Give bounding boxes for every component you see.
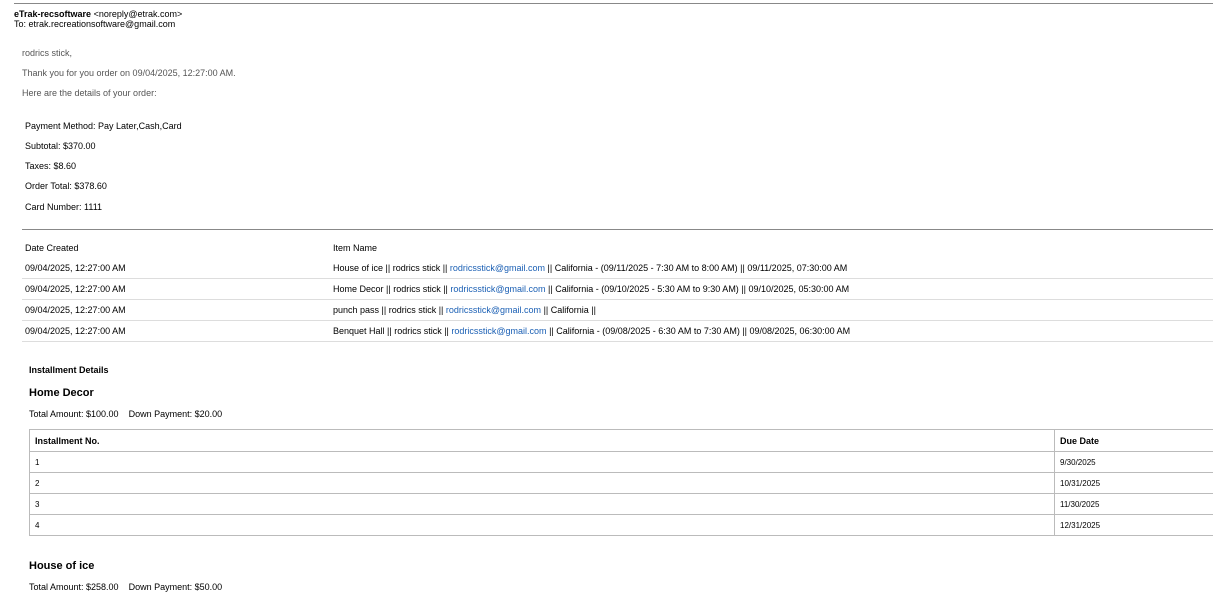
due-date-cell: 11/30/2025	[1054, 493, 1213, 515]
date-cell: 09/04/2025, 12:27:00 AM	[22, 278, 330, 300]
date-cell: 09/04/2025, 12:27:00 AM	[22, 258, 330, 279]
installment-details-heading: Installment Details	[29, 365, 109, 375]
table-row: 09/04/2025, 12:27:00 AM Benquet Hall || …	[22, 320, 1213, 342]
item-detail: || California - (09/11/2025 - 7:30 AM to…	[545, 263, 848, 273]
date-cell: 09/04/2025, 12:27:00 AM	[22, 299, 330, 321]
column-header-installment-no: Installment No.	[29, 429, 1055, 452]
house-of-ice-amounts: Total Amount: $258.00 Down Payment: $50.0…	[29, 582, 222, 592]
column-header-date: Date Created	[25, 243, 79, 253]
email-link[interactable]: rodricsstick@gmail.com	[451, 326, 546, 336]
installment-no-cell: 1	[29, 451, 1055, 473]
table-header-row: Date Created Item Name	[22, 238, 1213, 258]
section-divider	[22, 229, 1213, 230]
item-detail: || California - (09/10/2025 - 5:30 AM to…	[545, 284, 850, 294]
installment-no-cell: 2	[29, 472, 1055, 494]
top-divider	[14, 3, 1213, 4]
item-cell: House of ice || rodrics stick || rodrics…	[330, 258, 1213, 279]
subtotal: Subtotal: $370.00	[25, 141, 96, 151]
sender-name: eTrak-recsoftware	[14, 9, 92, 19]
item-detail: || California - (09/08/2025 - 6:30 AM to…	[546, 326, 851, 336]
table-row: 3 11/30/2025	[29, 493, 1213, 515]
email-link[interactable]: rodricsstick@gmail.com	[450, 263, 545, 273]
email-link[interactable]: rodricsstick@gmail.com	[446, 305, 541, 315]
due-date-cell: 12/31/2025	[1054, 514, 1213, 536]
table-row: 1 9/30/2025	[29, 451, 1213, 473]
total-amount: Total Amount: $258.00	[29, 582, 119, 592]
payment-method: Payment Method: Pay Later,Cash,Card	[25, 121, 182, 131]
table-row: 09/04/2025, 12:27:00 AM House of ice || …	[22, 258, 1213, 279]
item-text: Benquet Hall || rodrics stick ||	[333, 326, 452, 336]
order-items-table: Date Created Item Name 09/04/2025, 12:27…	[22, 238, 1213, 342]
salutation: rodrics stick,	[22, 48, 73, 58]
home-decor-amounts: Total Amount: $100.00 Down Payment: $20.0…	[29, 409, 222, 419]
due-date-cell: 9/30/2025	[1054, 451, 1213, 473]
table-row: 4 12/31/2025	[29, 514, 1213, 536]
item-cell: Benquet Hall || rodrics stick || rodrics…	[330, 320, 1213, 342]
thank-you-text: Thank you for you order on 09/04/2025, 1…	[22, 68, 236, 78]
installment-no-cell: 3	[29, 493, 1055, 515]
recipient-line: To: etrak.recreationsoftware@gmail.com	[14, 19, 176, 29]
date-cell: 09/04/2025, 12:27:00 AM	[22, 320, 330, 342]
table-row: 2 10/31/2025	[29, 472, 1213, 494]
installment-no-cell: 4	[29, 514, 1055, 536]
taxes: Taxes: $8.60	[25, 161, 77, 171]
table-row: 09/04/2025, 12:27:00 AM Home Decor || ro…	[22, 278, 1213, 300]
email-link[interactable]: rodricsstick@gmail.com	[450, 284, 545, 294]
item-text: House of ice || rodrics stick ||	[333, 263, 450, 273]
order-total: Order Total: $378.60	[25, 181, 107, 191]
column-header-due-date: Due Date	[1054, 429, 1213, 452]
table-row: 09/04/2025, 12:27:00 AM punch pass || ro…	[22, 299, 1213, 321]
sender-address: <noreply@etrak.com>	[93, 9, 183, 19]
item-text: Home Decor || rodrics stick ||	[333, 284, 451, 294]
product-title-home-decor: Home Decor	[29, 387, 94, 399]
total-amount: Total Amount: $100.00	[29, 409, 119, 419]
product-title-house-of-ice: House of ice	[29, 560, 95, 572]
down-payment: Down Payment: $20.00	[128, 409, 223, 419]
intro-text: Here are the details of your order:	[22, 88, 157, 98]
item-text: punch pass || rodrics stick ||	[333, 305, 446, 315]
item-cell: punch pass || rodrics stick || rodricsst…	[330, 299, 1213, 321]
item-cell: Home Decor || rodrics stick || rodricsst…	[330, 278, 1213, 300]
down-payment: Down Payment: $50.00	[128, 582, 223, 592]
installment-table: Installment No. Due Date 1 9/30/2025 2 1…	[29, 429, 1213, 536]
email-header: eTrak-recsoftware <noreply@etrak.com> To…	[14, 9, 182, 29]
column-header-item: Item Name	[333, 243, 378, 253]
card-number: Card Number: 1111	[25, 202, 103, 212]
item-detail: || California ||	[541, 305, 596, 315]
table-header-row: Installment No. Due Date	[29, 429, 1213, 452]
due-date-cell: 10/31/2025	[1054, 472, 1213, 494]
